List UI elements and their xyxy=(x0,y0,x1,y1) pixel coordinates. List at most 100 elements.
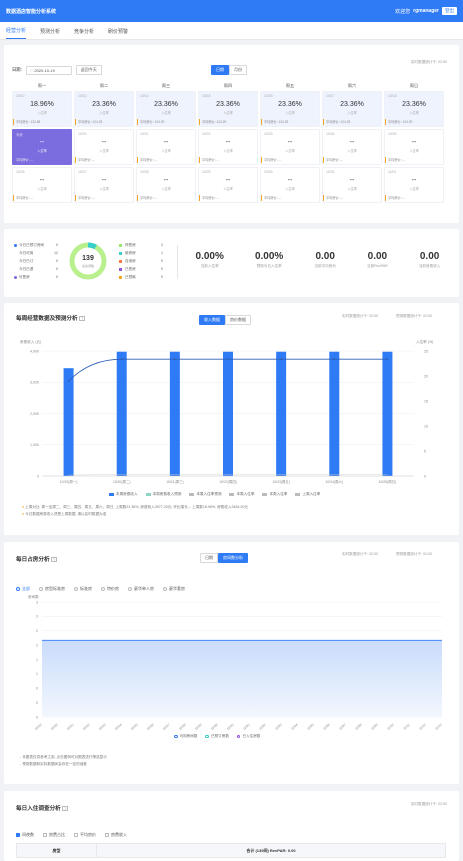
calendar-day-occupancy: -- xyxy=(39,177,45,184)
daily-legend-item[interactable]: 可用房间数 xyxy=(174,734,197,739)
tab-forecast[interactable]: 预测分析 xyxy=(40,28,60,39)
daily-x-tick: 10/20 xyxy=(50,723,59,731)
status-swatch xyxy=(119,267,122,271)
calendar-day-cell[interactable]: 10/22 -- 入住率 平均房价: -- xyxy=(198,129,258,165)
weekly-bar[interactable] xyxy=(329,351,340,476)
occupancy-option[interactable]: 间夜数 xyxy=(16,832,34,838)
daily-x-tick: 10/31 xyxy=(226,723,235,731)
mode-day-button[interactable]: 日期 xyxy=(211,65,229,75)
daily-legend-item[interactable]: 已入住房数 xyxy=(236,734,260,739)
calendar-day-avg-price: 平均房价: -- xyxy=(16,158,33,162)
calendar-day-cell[interactable]: 10/31 -- 入住率 平均房价: -- xyxy=(322,167,382,203)
tab-price-alert[interactable]: 刷价预警 xyxy=(108,28,128,39)
daily-tab-rooms[interactable]: 房间数分析 xyxy=(218,553,248,563)
calendar-day-avg-price: 平均房价: -- xyxy=(78,196,95,200)
weekly-tab-price[interactable]: 房价数据 xyxy=(225,315,251,325)
calendar-day-sub: 入住率 xyxy=(223,111,233,115)
calendar-day-cell[interactable]: 10/16 23.36% 入住率 平均房价: 124.29 xyxy=(260,91,320,127)
calendar-day-cell[interactable]: 今天 -- 入住率 平均房价: -- xyxy=(12,129,72,165)
calendar-day-sub: 入住率 xyxy=(347,111,357,115)
calendar-day-sub: 入住率 xyxy=(347,187,357,191)
daily-area xyxy=(42,640,442,717)
weekly-yright-tick: 25 xyxy=(424,349,428,353)
daily-y-tick: 1 xyxy=(36,658,38,662)
calendar-day-sub: 入住率 xyxy=(347,149,357,153)
logout-button[interactable]: 登出 xyxy=(442,7,457,15)
calendar-day-sub: 入住率 xyxy=(223,187,233,191)
daily-y-tick: 1 xyxy=(36,672,38,676)
daily-tab-date[interactable]: 日期 xyxy=(200,553,218,563)
weekly-legend-item[interactable]: 本周入住率 xyxy=(229,492,254,497)
calendar-day-cell[interactable]: 10/26 -- 入住率 平均房价: -- xyxy=(12,167,72,203)
status-label: 今日已订 xyxy=(19,258,34,263)
occupancy-option[interactable]: 房费占比 xyxy=(43,832,65,838)
calendar-day-occupancy: -- xyxy=(39,139,45,146)
calendar-day-cell[interactable]: 10/30 -- 入住率 平均房价: -- xyxy=(260,167,320,203)
daily-x-tick: 10/29 xyxy=(194,723,203,731)
weekly-legend-item[interactable]: 本周房费收入 xyxy=(109,492,138,497)
calendar-day-cell[interactable]: 10/15 23.36% 入住率 平均房价: 124.29 xyxy=(198,91,258,127)
legend-dot xyxy=(174,734,178,739)
calendar-day-cell[interactable]: 10/27 -- 入住率 平均房价: -- xyxy=(74,167,134,203)
occupancy-option[interactable]: 房费收入 xyxy=(105,832,127,838)
weekly-legend-item[interactable]: 本周房费收入预测 xyxy=(145,492,181,497)
calendar-day-cell[interactable]: 10/18 23.36% 入住率 平均房价: 124.29 xyxy=(384,91,444,127)
weekday-label: 周六 xyxy=(347,83,357,88)
daily-x-tick: 11/11 xyxy=(402,723,410,731)
calendar-day-cell[interactable]: 10/14 23.36% 入住率 平均房价: 124.29 xyxy=(136,91,196,127)
weekly-yright-tick: 20 xyxy=(424,374,428,378)
status-value: 1 xyxy=(161,251,163,255)
help-icon[interactable]: ? xyxy=(79,316,86,321)
weekly-tab-income[interactable]: 收入数据 xyxy=(199,315,225,325)
weekly-legend-item[interactable]: 本周入住率 xyxy=(262,492,287,497)
calendar-day-occupancy: -- xyxy=(101,177,107,184)
tab-competition[interactable]: 竞争分析 xyxy=(74,28,94,39)
weekly-bar[interactable] xyxy=(276,351,287,476)
calendar-day-marker xyxy=(75,157,76,163)
weekly-bar[interactable] xyxy=(116,351,127,476)
daily-x-tick: 11/09 xyxy=(370,723,379,731)
daily-x-tick: 11/08 xyxy=(354,723,363,731)
calendar-day-cell[interactable]: 10/21 -- 入住率 平均房价: -- xyxy=(136,129,196,165)
calendar-day-cell[interactable]: 10/29 -- 入住率 平均房价: -- xyxy=(198,167,258,203)
calendar-day-cell[interactable]: 10/20 -- 入住率 平均房价: -- xyxy=(74,129,134,165)
calendar-day-cell[interactable]: 10/17 23.36% 入住率 平均房价: 124.29 xyxy=(322,91,382,127)
calendar-day-cell[interactable]: 10/12 18.96% 入住率 平均房价: 132.85 xyxy=(12,91,72,127)
daily-x-tick: 10/30 xyxy=(210,723,219,731)
daily-chart-card: 每日占房分析 ? 日期 房间数分析 实时数据统计于: 02:00 预测数据统计于… xyxy=(4,542,459,784)
daily-y-tick: 0 xyxy=(36,715,38,719)
calendar-day-cell[interactable]: 10/25 -- 入住率 平均房价: -- xyxy=(384,129,444,165)
help-icon[interactable]: ? xyxy=(62,806,69,811)
calendar-day-marker xyxy=(137,195,138,201)
calendar-day-cell[interactable]: 10/13 23.36% 入住率 平均房价: 124.29 xyxy=(74,91,134,127)
weekly-legend-item[interactable]: 本周入住率预测 xyxy=(189,492,221,497)
weekly-legend-item[interactable]: 上周入住率 xyxy=(295,492,320,497)
daily-x-tick: 11/02 xyxy=(258,723,267,731)
legend-label: 本周房费收入 xyxy=(116,492,138,496)
legend-label: 已预订房数 xyxy=(210,734,229,738)
calendar-day-cell[interactable]: 10/23 -- 入住率 平均房价: -- xyxy=(260,129,320,165)
calendar-day-marker xyxy=(75,195,76,201)
mode-month-button[interactable]: 月份 xyxy=(229,65,247,75)
weekly-bar[interactable] xyxy=(169,351,180,476)
weekly-bar[interactable] xyxy=(223,351,233,476)
weekly-chart-card: 每周经营数据及预测分析 ? 收入数据 房价数据 实时数据统计于: 02:00 预… xyxy=(4,303,459,535)
occupancy-option[interactable]: 平均房价 xyxy=(74,832,96,838)
tab-operations[interactable]: 经营分析 xyxy=(6,27,27,39)
calendar-day-cell[interactable]: 10/24 -- 入住率 平均房价: -- xyxy=(322,129,382,165)
weekly-yright-tick: 5 xyxy=(424,449,426,453)
status-value: 0 xyxy=(161,259,163,263)
status-stat: 0.00 当前平均房价 xyxy=(314,251,336,269)
calendar-day-occupancy: 23.36% xyxy=(278,101,302,108)
calendar-day-cell[interactable]: 10/28 -- 入住率 平均房价: -- xyxy=(136,167,196,203)
daily-legend-item[interactable]: 已预订房数 xyxy=(205,734,229,739)
help-icon[interactable]: ? xyxy=(51,557,58,562)
calendar-day-cell[interactable]: 11/01 -- 入住率 平均房价: -- xyxy=(384,167,444,203)
back-today-button[interactable]: 返回今天 xyxy=(75,65,102,75)
daily-x-tick: 11/10 xyxy=(386,723,395,731)
weekly-bar[interactable] xyxy=(382,351,393,476)
calendar-day-marker xyxy=(385,157,386,163)
date-picker[interactable]: □ 2020-10-19 xyxy=(25,65,72,75)
calendar-day-sub: 入住率 xyxy=(37,111,47,115)
weekly-bar[interactable] xyxy=(63,368,74,476)
